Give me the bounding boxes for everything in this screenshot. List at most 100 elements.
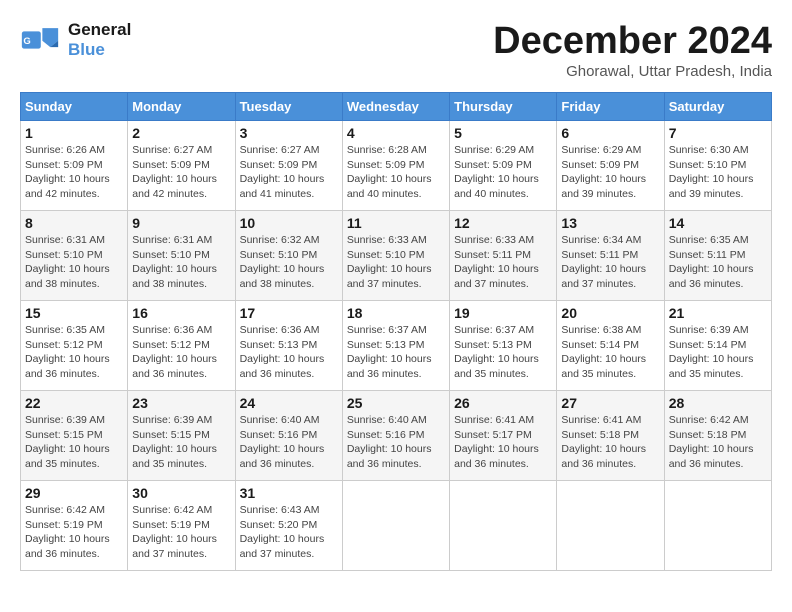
day-number: 1 [25,125,123,141]
day-number: 16 [132,305,230,321]
calendar-day-cell [342,481,449,571]
day-number: 14 [669,215,767,231]
calendar-day-cell: 3 Sunrise: 6:27 AM Sunset: 5:09 PM Daylig… [235,121,342,211]
day-number: 12 [454,215,552,231]
calendar-day-cell: 29Sunrise: 6:42 AM Sunset: 5:19 PM Dayli… [21,481,128,571]
calendar-day-cell: 6 Sunrise: 6:29 AM Sunset: 5:09 PM Daylig… [557,121,664,211]
calendar-header-row: SundayMondayTuesdayWednesdayThursdayFrid… [21,93,772,121]
day-number: 20 [561,305,659,321]
calendar-day-cell: 19 Sunrise: 6:37 AM Sunset: 5:13 PM Dayli… [450,301,557,391]
calendar-day-cell: 27 Sunrise: 6:41 AM Sunset: 5:18 PM Dayli… [557,391,664,481]
calendar-week-row: 29 Sunrise: 6:42 AM Sunset: 5:19 PM Dayli… [21,481,772,571]
day-number: 19 [454,305,552,321]
calendar-header-cell: Sunday [21,93,128,121]
calendar-header-cell: Wednesday [342,93,449,121]
calendar-day-cell: 23Sunrise: 6:39 AM Sunset: 5:15 PM Dayli… [128,391,235,481]
calendar-day-cell: 30 Sunrise: 6:42 AM Sunset: 5:19 PM Dayli… [128,481,235,571]
header: G General Blue December 2024 Ghorawal, U… [20,20,772,80]
calendar-day-cell: 13Sunrise: 6:34 AM Sunset: 5:11 PM Dayli… [557,211,664,301]
day-number: 3 [240,125,338,141]
calendar-week-row: 22 Sunrise: 6:39 AM Sunset: 5:15 PM Dayli… [21,391,772,481]
day-number: 8 [25,215,123,231]
day-number: 9 [132,215,230,231]
day-info: Sunrise: 6:27 AM Sunset: 5:09 PM Dayligh… [132,143,230,202]
calendar-day-cell: 12 Sunrise: 6:33 AM Sunset: 5:11 PM Dayli… [450,211,557,301]
day-number: 30 [132,485,230,501]
day-info: Sunrise: 6:42 AM Sunset: 5:19 PM Dayligh… [132,503,230,562]
day-number: 31 [240,485,338,501]
calendar-week-row: 1 Sunrise: 6:26 AM Sunset: 5:09 PM Daylig… [21,121,772,211]
calendar-day-cell: 8Sunrise: 6:31 AM Sunset: 5:10 PM Daylig… [21,211,128,301]
calendar-day-cell: 10 Sunrise: 6:32 AM Sunset: 5:10 PM Dayli… [235,211,342,301]
day-number: 4 [347,125,445,141]
day-info: Sunrise: 6:29 AM Sunset: 5:09 PM Dayligh… [561,143,659,202]
day-number: 26 [454,395,552,411]
calendar-header-cell: Tuesday [235,93,342,121]
calendar-table: SundayMondayTuesdayWednesdayThursdayFrid… [20,92,772,571]
calendar-day-cell: 2 Sunrise: 6:27 AM Sunset: 5:09 PM Daylig… [128,121,235,211]
calendar-header-cell: Saturday [664,93,771,121]
day-info: Sunrise: 6:32 AM Sunset: 5:10 PM Dayligh… [240,233,338,292]
calendar-day-cell: 4 Sunrise: 6:28 AM Sunset: 5:09 PM Daylig… [342,121,449,211]
subtitle: Ghorawal, Uttar Pradesh, India [493,63,772,80]
day-number: 17 [240,305,338,321]
day-info: Sunrise: 6:43 AM Sunset: 5:20 PM Dayligh… [240,503,338,562]
day-info: Sunrise: 6:28 AM Sunset: 5:09 PM Dayligh… [347,143,445,202]
calendar-body: 1 Sunrise: 6:26 AM Sunset: 5:09 PM Daylig… [21,121,772,571]
day-number: 27 [561,395,659,411]
calendar-day-cell: 15Sunrise: 6:35 AM Sunset: 5:12 PM Dayli… [21,301,128,391]
day-number: 2 [132,125,230,141]
day-info: Sunrise: 6:35 AM Sunset: 5:11 PM Dayligh… [669,233,767,292]
calendar-day-cell [664,481,771,571]
calendar-day-cell: 1 Sunrise: 6:26 AM Sunset: 5:09 PM Daylig… [21,121,128,211]
calendar-day-cell: 17Sunrise: 6:36 AM Sunset: 5:13 PM Dayli… [235,301,342,391]
day-info: Sunrise: 6:39 AM Sunset: 5:15 PM Dayligh… [25,413,123,472]
day-info: Sunrise: 6:42 AM Sunset: 5:18 PM Dayligh… [669,413,767,472]
day-info: Sunrise: 6:40 AM Sunset: 5:16 PM Dayligh… [347,413,445,472]
day-number: 7 [669,125,767,141]
logo-icon: G [20,25,60,55]
day-info: Sunrise: 6:37 AM Sunset: 5:13 PM Dayligh… [454,323,552,382]
day-info: Sunrise: 6:27 AM Sunset: 5:09 PM Dayligh… [240,143,338,202]
day-number: 6 [561,125,659,141]
calendar-day-cell: 5Sunrise: 6:29 AM Sunset: 5:09 PM Daylig… [450,121,557,211]
calendar-day-cell: 28Sunrise: 6:42 AM Sunset: 5:18 PM Dayli… [664,391,771,481]
day-number: 29 [25,485,123,501]
logo: G General Blue [20,20,131,59]
calendar-day-cell: 24 Sunrise: 6:40 AM Sunset: 5:16 PM Dayli… [235,391,342,481]
calendar-header-cell: Friday [557,93,664,121]
day-info: Sunrise: 6:36 AM Sunset: 5:12 PM Dayligh… [132,323,230,382]
day-number: 15 [25,305,123,321]
day-info: Sunrise: 6:33 AM Sunset: 5:10 PM Dayligh… [347,233,445,292]
logo-line2: Blue [68,40,131,60]
day-info: Sunrise: 6:41 AM Sunset: 5:17 PM Dayligh… [454,413,552,472]
logo-line1: General [68,20,131,40]
calendar-day-cell: 9 Sunrise: 6:31 AM Sunset: 5:10 PM Daylig… [128,211,235,301]
day-number: 22 [25,395,123,411]
calendar-day-cell: 20 Sunrise: 6:38 AM Sunset: 5:14 PM Dayli… [557,301,664,391]
calendar-day-cell: 16 Sunrise: 6:36 AM Sunset: 5:12 PM Dayli… [128,301,235,391]
day-number: 24 [240,395,338,411]
day-number: 18 [347,305,445,321]
calendar-day-cell: 7Sunrise: 6:30 AM Sunset: 5:10 PM Daylig… [664,121,771,211]
calendar-header-cell: Thursday [450,93,557,121]
day-number: 21 [669,305,767,321]
day-info: Sunrise: 6:40 AM Sunset: 5:16 PM Dayligh… [240,413,338,472]
calendar-day-cell: 11 Sunrise: 6:33 AM Sunset: 5:10 PM Dayli… [342,211,449,301]
day-info: Sunrise: 6:26 AM Sunset: 5:09 PM Dayligh… [25,143,123,202]
calendar-day-cell: 31 Sunrise: 6:43 AM Sunset: 5:20 PM Dayli… [235,481,342,571]
main-title: December 2024 [493,20,772,63]
day-info: Sunrise: 6:37 AM Sunset: 5:13 PM Dayligh… [347,323,445,382]
day-number: 10 [240,215,338,231]
calendar-header-cell: Monday [128,93,235,121]
calendar-day-cell [557,481,664,571]
day-info: Sunrise: 6:31 AM Sunset: 5:10 PM Dayligh… [132,233,230,292]
day-info: Sunrise: 6:34 AM Sunset: 5:11 PM Dayligh… [561,233,659,292]
day-number: 23 [132,395,230,411]
day-info: Sunrise: 6:41 AM Sunset: 5:18 PM Dayligh… [561,413,659,472]
day-info: Sunrise: 6:33 AM Sunset: 5:11 PM Dayligh… [454,233,552,292]
calendar-day-cell: 22 Sunrise: 6:39 AM Sunset: 5:15 PM Dayli… [21,391,128,481]
day-info: Sunrise: 6:38 AM Sunset: 5:14 PM Dayligh… [561,323,659,382]
svg-text:G: G [23,35,30,46]
day-number: 11 [347,215,445,231]
